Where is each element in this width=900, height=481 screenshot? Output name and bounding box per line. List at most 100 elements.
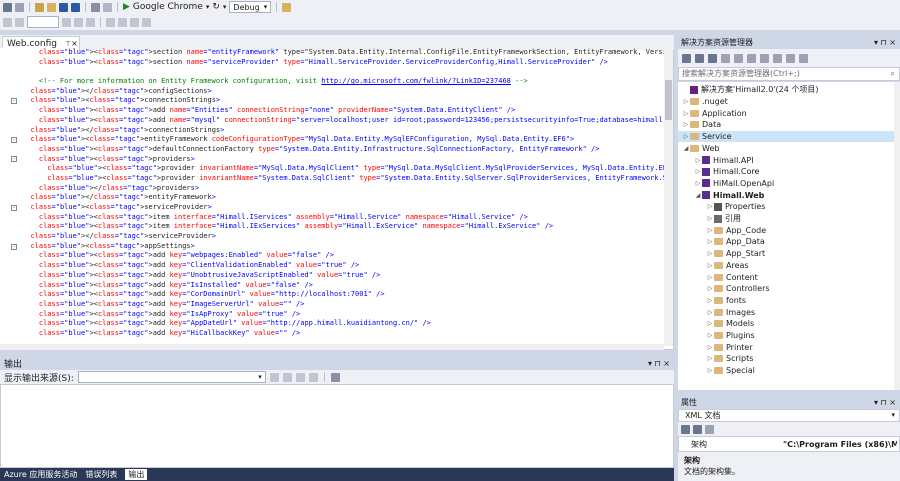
collapsed-arrow-icon[interactable]: ▷: [682, 98, 690, 105]
bookmark-icon[interactable]: [62, 17, 71, 27]
tree-item[interactable]: ▷ Content: [678, 271, 894, 283]
find-in-files-icon[interactable]: [282, 2, 292, 12]
expanded-arrow-icon[interactable]: ◢: [682, 145, 690, 152]
find-message-icon[interactable]: [269, 372, 279, 382]
refresh-icon[interactable]: ↻: [212, 2, 220, 12]
fold-toggle-icon[interactable]: -: [11, 156, 17, 163]
tree-item[interactable]: ◢ Web: [678, 143, 894, 155]
tree-item[interactable]: ▷ HiMall.OpenApi: [678, 178, 894, 190]
open-file-icon[interactable]: [47, 2, 56, 12]
solution-search-input[interactable]: 搜索解决方案资源管理器(Ctrl+;) ⌕: [678, 67, 900, 81]
tree-item[interactable]: ▷ .nuget: [678, 96, 894, 108]
tree-item[interactable]: ▷ Areas: [678, 260, 894, 272]
fold-toggle-icon[interactable]: -: [11, 98, 17, 104]
panel-controls-icon[interactable]: ▾ ⊓ ×: [648, 359, 670, 368]
bookmark-prev-icon[interactable]: [106, 17, 115, 27]
chevron-down-icon[interactable]: ▾: [206, 3, 210, 11]
tree-item[interactable]: ▷ Service: [678, 130, 894, 143]
tree-item[interactable]: ▷ Images: [678, 306, 894, 318]
categorized-icon[interactable]: [681, 424, 690, 434]
collapsed-arrow-icon[interactable]: ▷: [682, 121, 690, 128]
tree-item[interactable]: ▷ Properties: [678, 201, 894, 213]
back-icon[interactable]: [3, 2, 12, 12]
tree-item[interactable]: ▷ Application: [678, 107, 894, 119]
start-debug-icon[interactable]: ▶: [123, 2, 130, 12]
browser-label[interactable]: Google Chrome: [133, 2, 203, 12]
bookmark-next-icon[interactable]: [118, 17, 127, 27]
tree-item[interactable]: ▷ Special: [678, 365, 894, 377]
prev-message-icon[interactable]: [282, 372, 292, 382]
switch-views-icon[interactable]: [721, 53, 730, 63]
collapsed-arrow-icon[interactable]: ▷: [682, 133, 690, 140]
zoom-icon[interactable]: [15, 17, 24, 27]
zoom-dropdown[interactable]: [27, 16, 59, 28]
tree-item[interactable]: ▷ Scripts: [678, 353, 894, 365]
collapsed-arrow-icon[interactable]: ▷: [706, 227, 714, 234]
show-all-files-icon[interactable]: [773, 53, 782, 63]
tree-item[interactable]: ▷ App_Data: [678, 236, 894, 248]
save-icon[interactable]: [59, 2, 68, 12]
collapsed-arrow-icon[interactable]: ▷: [706, 215, 714, 222]
redo-icon[interactable]: [103, 2, 112, 12]
panel-controls-icon[interactable]: ▾ ⊓ ×: [874, 398, 896, 407]
tree-item[interactable]: ▷ 引用: [678, 213, 894, 225]
tree-item[interactable]: ▷ fonts: [678, 295, 894, 307]
fold-toggle-icon[interactable]: -: [11, 243, 17, 250]
undo-icon[interactable]: [91, 2, 100, 12]
view-code-icon[interactable]: [786, 53, 795, 63]
tab-output[interactable]: 输出: [125, 469, 148, 480]
solution-tree-scrollbar[interactable]: [894, 82, 900, 390]
output-source-dropdown[interactable]: ▾: [77, 371, 266, 383]
collapsed-arrow-icon[interactable]: ▷: [706, 367, 714, 374]
fold-toggle-icon[interactable]: -: [11, 204, 17, 211]
properties-icon[interactable]: [799, 53, 808, 63]
collapsed-arrow-icon[interactable]: ▷: [706, 344, 714, 351]
output-content[interactable]: [0, 384, 674, 468]
collapsed-arrow-icon[interactable]: ▷: [694, 157, 702, 164]
collapsed-arrow-icon[interactable]: ▷: [694, 180, 702, 187]
collapsed-arrow-icon[interactable]: ▷: [706, 355, 714, 362]
collapsed-arrow-icon[interactable]: ▷: [706, 285, 714, 292]
clear-all-icon[interactable]: [308, 372, 318, 382]
collapsed-arrow-icon[interactable]: ▷: [682, 110, 690, 117]
word-wrap-icon[interactable]: [330, 372, 340, 382]
tree-item[interactable]: ▷ Data: [678, 119, 894, 131]
tree-item[interactable]: ◢ Himall.Web: [678, 189, 894, 201]
chevron-down-icon[interactable]: ▾: [223, 3, 227, 11]
tree-item[interactable]: ▷ Himall.API: [678, 154, 894, 166]
tab-azure-activity[interactable]: Azure 应用服务活动: [4, 469, 77, 480]
tree-item[interactable]: ▷ Controllers: [678, 283, 894, 295]
tree-item[interactable]: 解决方案'Himall2.0'(24 个项目): [678, 84, 894, 96]
collapsed-arrow-icon[interactable]: ▷: [706, 297, 714, 304]
new-project-icon[interactable]: [35, 2, 44, 12]
editor-horizontal-scrollbar[interactable]: [0, 344, 664, 350]
comment-icon[interactable]: [3, 17, 12, 27]
search-icon[interactable]: ⌕: [891, 68, 895, 80]
collapsed-arrow-icon[interactable]: ▷: [706, 262, 714, 269]
collapse-all-icon[interactable]: [760, 53, 769, 63]
property-row[interactable]: 架构 "C:\Program Files (x86)\M: [678, 436, 900, 452]
tree-item[interactable]: ▷ Models: [678, 318, 894, 330]
tab-error-list[interactable]: 错误列表: [85, 469, 117, 480]
configuration-dropdown[interactable]: Debug ▾: [229, 1, 272, 13]
next-message-icon[interactable]: [295, 372, 305, 382]
forward-icon[interactable]: [695, 53, 704, 63]
property-pages-icon[interactable]: [705, 424, 714, 434]
collapsed-arrow-icon[interactable]: ▷: [706, 238, 714, 245]
back-icon[interactable]: [682, 53, 691, 63]
expanded-arrow-icon[interactable]: ◢: [694, 192, 702, 199]
tree-item[interactable]: ▷ App_Start: [678, 248, 894, 260]
collapsed-arrow-icon[interactable]: ▷: [706, 250, 714, 257]
bookmark-toggle-icon[interactable]: [142, 17, 151, 27]
fold-toggle-icon[interactable]: -: [11, 136, 17, 143]
properties-object-selector[interactable]: XML 文档 ▾: [678, 409, 900, 422]
code-area[interactable]: class="blue"><class="tagc">section name=…: [22, 48, 664, 344]
collapsed-arrow-icon[interactable]: ▷: [706, 320, 714, 327]
tree-item[interactable]: ▷ App_Code: [678, 224, 894, 236]
refresh-icon[interactable]: [747, 53, 756, 63]
tree-item[interactable]: ▷ Himall.Core: [678, 166, 894, 178]
outdent-icon[interactable]: [86, 17, 95, 27]
indent-icon[interactable]: [74, 17, 83, 27]
home-icon[interactable]: [708, 53, 717, 63]
panel-controls-icon[interactable]: ▾ ⊓ ×: [874, 38, 896, 47]
